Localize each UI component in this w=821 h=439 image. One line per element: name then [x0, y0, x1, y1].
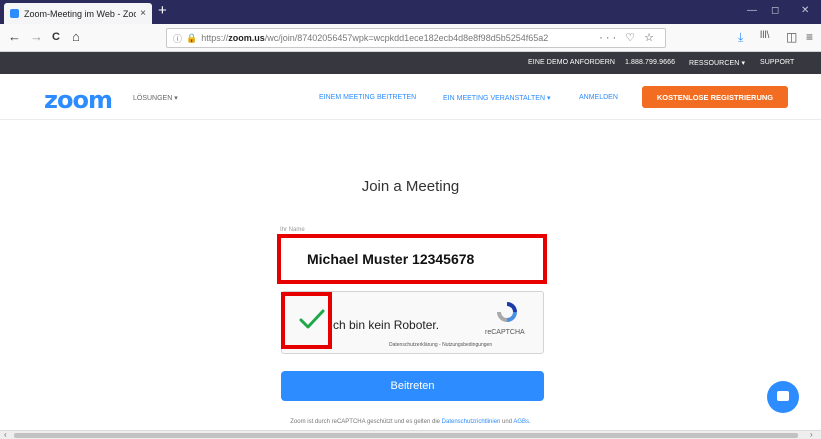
url-text: https://zoom.us/wc/join/87402056457wpk=w… — [201, 33, 549, 43]
resources-menu[interactable]: RESSOURCEN ▾ — [689, 59, 745, 67]
maximize-icon[interactable]: ◻ — [771, 5, 779, 16]
minimize-icon[interactable]: — — [747, 5, 757, 16]
signup-button[interactable]: KOSTENLOSE REGISTRIERUNG — [642, 86, 788, 108]
scrollbar-thumb[interactable] — [14, 433, 798, 438]
footer-note: Zoom ist durch reCAPTCHA geschützt und e… — [290, 419, 531, 425]
zoom-logo[interactable]: zoom — [44, 86, 113, 114]
back-icon[interactable]: ← — [8, 29, 21, 45]
zoom-top-strip: EINE DEMO ANFORDERN 1.888.799.9666 RESSO… — [0, 52, 821, 74]
info-icon[interactable]: ⓘ — [173, 32, 182, 45]
host-meeting-menu[interactable]: EIN MEETING VERANSTALTEN ▾ — [443, 94, 551, 102]
join-button[interactable]: Beitreten — [281, 371, 544, 401]
home-icon[interactable]: ⌂ — [72, 29, 80, 45]
recaptcha-label: reCAPTCHA — [485, 329, 525, 336]
scroll-right-icon[interactable]: › — [810, 430, 813, 439]
scroll-left-icon[interactable]: ‹ — [4, 430, 7, 439]
zoom-favicon-icon — [10, 9, 19, 18]
lock-icon: 🔒 — [186, 32, 198, 43]
chat-button[interactable] — [767, 381, 799, 413]
sidebar-icon[interactable]: ◫ — [786, 30, 797, 44]
terms-link[interactable]: AGBs — [513, 419, 529, 425]
new-tab-button[interactable]: + — [158, 3, 167, 19]
phone-number[interactable]: 1.888.799.9666 — [625, 59, 675, 66]
name-label: Ihr Name — [280, 227, 305, 233]
tab-title: Zoom-Meeting im Web - Zoom — [24, 8, 137, 19]
zoom-header: zoom LÖSUNGEN ▾ EINEM MEETING BEITRETEN … — [0, 74, 821, 120]
checkmark-icon — [299, 309, 325, 329]
url-actions-icon[interactable]: ··· ♡ ☆ — [599, 31, 657, 44]
reload-icon[interactable]: C — [52, 29, 60, 45]
url-bar[interactable]: ⓘ 🔒 https://zoom.us/wc/join/87402056457w… — [166, 28, 666, 48]
download-icon[interactable]: ⤓ — [738, 30, 743, 45]
join-meeting-link[interactable]: EINEM MEETING BEITRETEN — [319, 94, 416, 101]
page-title: Join a Meeting — [361, 178, 460, 195]
tab-close-icon[interactable]: × — [140, 8, 146, 19]
browser-nav-bar: ← → C ⌂ ⓘ 🔒 https://zoom.us/wc/join/8740… — [0, 24, 821, 52]
menu-icon[interactable]: ≡ — [806, 30, 813, 44]
horizontal-scrollbar[interactable]: ‹ › — [0, 430, 821, 439]
chat-bubble-icon — [777, 391, 789, 401]
name-input[interactable]: Michael Muster 12345678 — [277, 234, 547, 284]
recaptcha-logo-icon — [497, 302, 517, 322]
support-link[interactable]: SUPPORT — [760, 59, 794, 66]
captcha-checkbox[interactable] — [281, 292, 332, 349]
privacy-link[interactable]: Datenschutzrichtlinien — [442, 419, 501, 425]
captcha-text: ch bin kein Roboter. — [333, 318, 440, 332]
demo-link[interactable]: EINE DEMO ANFORDERN — [528, 59, 615, 66]
recaptcha-links[interactable]: Datenschutzerklärung - Nutzungsbedingung… — [389, 342, 492, 348]
close-window-icon[interactable]: ✕ — [801, 5, 809, 16]
forward-icon[interactable]: → — [30, 29, 43, 45]
browser-tab-strip: Zoom-Meeting im Web - Zoom × + — ◻ ✕ — [0, 0, 821, 24]
solutions-menu[interactable]: LÖSUNGEN ▾ — [133, 94, 178, 102]
sign-in-link[interactable]: ANMELDEN — [579, 94, 618, 101]
browser-tab[interactable]: Zoom-Meeting im Web - Zoom × — [4, 3, 152, 24]
library-icon[interactable]: lll\ — [760, 30, 769, 41]
